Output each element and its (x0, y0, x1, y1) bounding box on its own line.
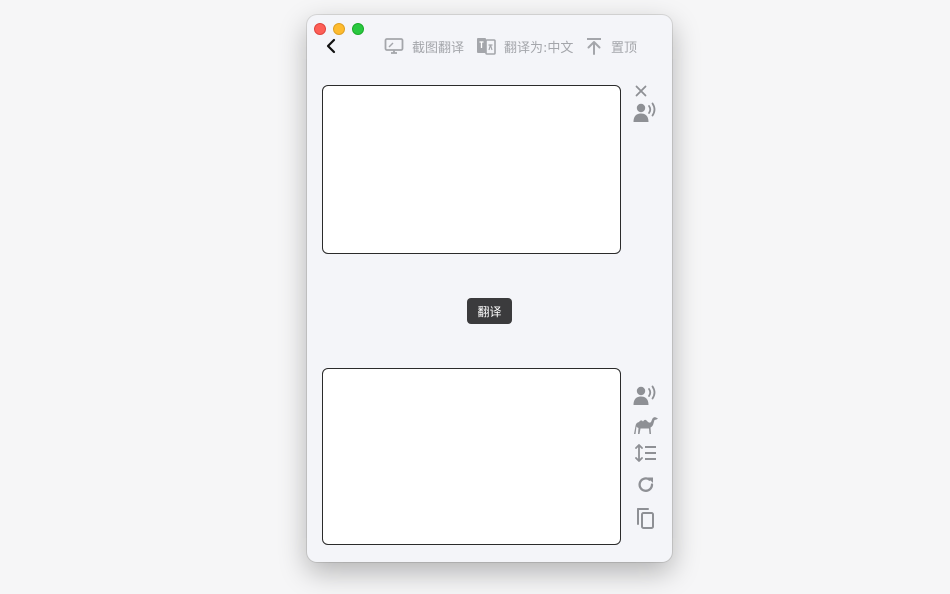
speak-input-button[interactable] (633, 101, 659, 123)
speak-output-button[interactable] (633, 384, 659, 406)
translation-output[interactable] (322, 368, 621, 545)
chevron-left-icon (326, 38, 336, 54)
pin-top-button[interactable]: 置顶 (585, 36, 637, 56)
pin-top-icon (587, 38, 601, 55)
pin-top-label: 置顶 (611, 40, 638, 56)
language-swap-icon (477, 38, 496, 55)
window-controls (314, 23, 364, 35)
copy-button[interactable] (636, 506, 656, 530)
line-spacing-icon (635, 444, 656, 462)
speaker-person-icon (633, 385, 656, 405)
clear-input-button[interactable] (635, 85, 647, 97)
translate-button[interactable]: 翻译 (467, 298, 512, 324)
monitor-icon (384, 38, 404, 54)
source-text-input[interactable] (322, 85, 621, 254)
translate-to-button[interactable]: 翻译为:中文 (476, 36, 573, 56)
app-window: 截图翻译 翻译为:中文 置顶 翻译 (307, 15, 672, 562)
refresh-icon (638, 477, 654, 492)
retry-button[interactable] (636, 475, 656, 495)
zoom-window-button[interactable] (352, 23, 364, 35)
speaker-person-icon (633, 102, 656, 122)
line-spacing-button[interactable] (635, 443, 657, 463)
copy-icon (637, 508, 654, 529)
close-window-button[interactable] (314, 23, 326, 35)
minimize-window-button[interactable] (333, 23, 345, 35)
translate-to-label: 翻译为:中文 (504, 40, 574, 56)
screenshot-translate-button[interactable]: 截图翻译 (384, 36, 464, 56)
screenshot-translate-label: 截图翻译 (412, 40, 465, 56)
camel-icon (634, 417, 658, 434)
back-button[interactable] (323, 37, 339, 55)
camel-case-button[interactable] (633, 415, 659, 435)
close-icon (635, 85, 647, 97)
